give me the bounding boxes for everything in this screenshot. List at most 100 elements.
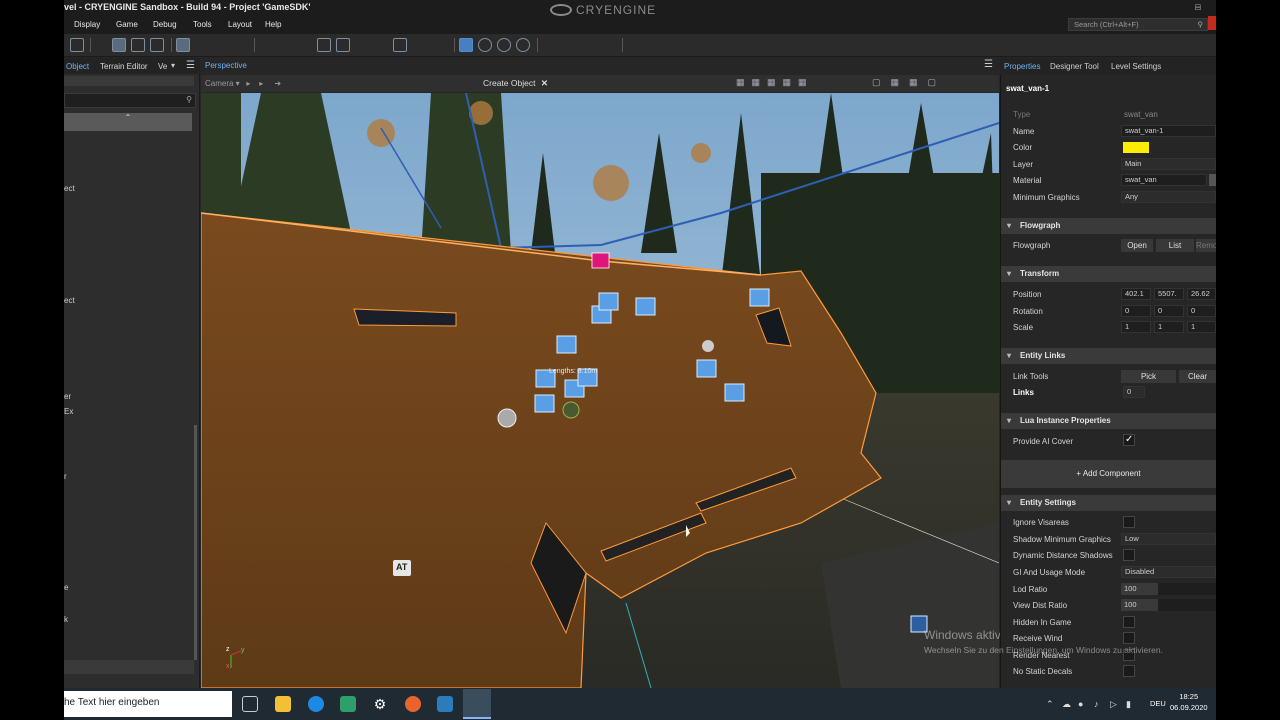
- unlink-icon[interactable]: [374, 38, 388, 52]
- zoom-icon[interactable]: [279, 38, 293, 52]
- menu-display[interactable]: Display: [74, 20, 100, 29]
- section-flowgraph[interactable]: Flowgraph: [1001, 218, 1216, 234]
- firefox-icon[interactable]: [405, 696, 421, 712]
- vr-icon[interactable]: [581, 38, 595, 52]
- scale-tool-icon[interactable]: [150, 38, 164, 52]
- position-z-field[interactable]: 26.62: [1187, 288, 1216, 300]
- list-item[interactable]: r: [64, 472, 67, 481]
- flowgraph-list-button[interactable]: List: [1156, 239, 1194, 252]
- pick-button[interactable]: Pick: [1121, 370, 1176, 383]
- section-transform[interactable]: Transform: [1001, 266, 1216, 282]
- simulate-icon[interactable]: [478, 38, 492, 52]
- viewport-view-icons[interactable]: ▦▦▦▦▦: [736, 77, 814, 88]
- tab-perspective[interactable]: Perspective: [205, 61, 247, 70]
- cryengine-sandbox-taskbar-icon[interactable]: [463, 689, 491, 719]
- left-list-header[interactable]: ⌃: [64, 113, 192, 131]
- speaker-icon[interactable]: [600, 38, 614, 52]
- rotate-tool-icon[interactable]: [131, 38, 145, 52]
- task-view-icon[interactable]: [242, 696, 258, 712]
- taskbar-clock[interactable]: 18:25 06.09.2020: [1170, 691, 1208, 713]
- onedrive-icon[interactable]: ☁: [1062, 699, 1071, 710]
- tab-properties[interactable]: Properties: [1004, 62, 1040, 71]
- ignore-visareas-checkbox[interactable]: [1123, 516, 1135, 528]
- cryengine-launcher-icon[interactable]: [437, 696, 453, 712]
- edge-browser-icon[interactable]: [308, 696, 324, 712]
- menu-debug[interactable]: Debug: [153, 20, 177, 29]
- grid-icon[interactable]: [665, 38, 679, 52]
- rotation-x-field[interactable]: 0: [1121, 305, 1151, 317]
- viewport-menu-icon[interactable]: ☰: [984, 59, 993, 70]
- battery-icon[interactable]: ▮: [1126, 699, 1131, 710]
- global-search-input[interactable]: Search (Ctrl+Alt+F) ⚲: [1068, 18, 1208, 31]
- snap-angle-icon[interactable]: [195, 38, 209, 52]
- menu-game[interactable]: Game: [116, 20, 138, 29]
- list-item[interactable]: ect: [64, 184, 75, 193]
- camera-dropdown[interactable]: Camera ▾ ▸ ▸ ➜: [205, 79, 281, 88]
- tab-level-settings[interactable]: Level Settings: [1111, 62, 1161, 71]
- section-entity-links[interactable]: Entity Links: [1001, 348, 1216, 364]
- min-graphics-dropdown[interactable]: Any: [1121, 191, 1216, 203]
- select-object-icon[interactable]: [317, 38, 331, 52]
- view-dist-ratio-slider[interactable]: 100: [1121, 599, 1216, 611]
- rotation-z-field[interactable]: 0: [1187, 305, 1216, 317]
- keyboard-language[interactable]: DEU: [1150, 699, 1166, 708]
- rotation-y-field[interactable]: 0: [1154, 305, 1184, 317]
- flowgraph-open-button[interactable]: Open: [1121, 239, 1153, 252]
- dynamic-distance-shadows-checkbox[interactable]: [1123, 549, 1135, 561]
- layer-icon[interactable]: [627, 38, 641, 52]
- shadow-min-graphics-dropdown[interactable]: Low: [1121, 533, 1216, 545]
- tree-icon[interactable]: [703, 38, 717, 52]
- terrain-icon[interactable]: [684, 38, 698, 52]
- panel-menu-icon[interactable]: ☰: [186, 60, 195, 71]
- mute-icon[interactable]: [543, 38, 557, 52]
- list-item[interactable]: e: [64, 583, 68, 592]
- clear-button[interactable]: Clear: [1179, 370, 1216, 383]
- play-icon[interactable]: [459, 38, 473, 52]
- add-component-button[interactable]: + Add Component: [1001, 460, 1216, 488]
- taskbar-search-input[interactable]: he Text hier eingeben: [64, 691, 232, 717]
- list-item[interactable]: er: [64, 392, 71, 401]
- close-window-button[interactable]: [1208, 16, 1216, 30]
- list-item[interactable]: Ex: [64, 407, 73, 416]
- select-region-icon[interactable]: [298, 38, 312, 52]
- pivot-icon[interactable]: [260, 38, 274, 52]
- step-icon[interactable]: [516, 38, 530, 52]
- tab-vegetation[interactable]: Ve: [158, 62, 167, 71]
- menu-tools[interactable]: Tools: [193, 20, 212, 29]
- scale-y-field[interactable]: 1: [1154, 321, 1184, 333]
- provide-ai-cover-checkbox[interactable]: [1123, 434, 1135, 446]
- settings-gear-icon[interactable]: ⚙: [372, 696, 388, 712]
- gi-usage-mode-dropdown[interactable]: Disabled: [1121, 566, 1216, 578]
- refresh-icon[interactable]: [70, 38, 84, 52]
- color-swatch[interactable]: [1123, 142, 1149, 153]
- select-all-icon[interactable]: [336, 38, 350, 52]
- position-x-field[interactable]: 402.1: [1121, 288, 1151, 300]
- tab-designer-tool[interactable]: Designer Tool: [1050, 62, 1099, 71]
- microphone-icon[interactable]: ●: [1078, 699, 1083, 709]
- viewport-display-icons[interactable]: ▢▦▦▢: [872, 77, 946, 88]
- snap-scale-icon[interactable]: [214, 38, 228, 52]
- hidden-in-game-checkbox[interactable]: [1123, 616, 1135, 628]
- menu-help[interactable]: Help: [265, 20, 281, 29]
- left-search-input[interactable]: ⚲: [64, 93, 196, 108]
- scale-z-field[interactable]: 1: [1187, 321, 1216, 333]
- 3d-viewport[interactable]: Lengths: 8.10m AT z y x: [201, 93, 999, 688]
- select-tool-icon[interactable]: [94, 38, 108, 52]
- receive-wind-checkbox[interactable]: [1123, 632, 1135, 644]
- close-icon[interactable]: ✕: [541, 78, 548, 88]
- character-icon[interactable]: [646, 38, 660, 52]
- no-static-decals-checkbox[interactable]: [1123, 665, 1135, 677]
- speaker-icon[interactable]: ♪: [1094, 699, 1099, 709]
- tab-terrain-editor[interactable]: Terrain Editor: [100, 62, 148, 71]
- scale-x-field[interactable]: 1: [1121, 321, 1151, 333]
- create-object-tab[interactable]: Create Object ✕: [483, 78, 548, 89]
- list-item[interactable]: k: [64, 615, 68, 624]
- pause-icon[interactable]: [497, 38, 511, 52]
- links-count-dropdown[interactable]: 0: [1123, 386, 1145, 398]
- name-field[interactable]: swat_van-1: [1121, 125, 1216, 137]
- left-filter-bar[interactable]: [64, 76, 194, 86]
- network-icon[interactable]: ▷: [1110, 699, 1117, 710]
- list-item[interactable]: ect: [64, 296, 75, 305]
- menu-layout[interactable]: Layout: [228, 20, 252, 29]
- move-tool-icon[interactable]: [112, 38, 126, 52]
